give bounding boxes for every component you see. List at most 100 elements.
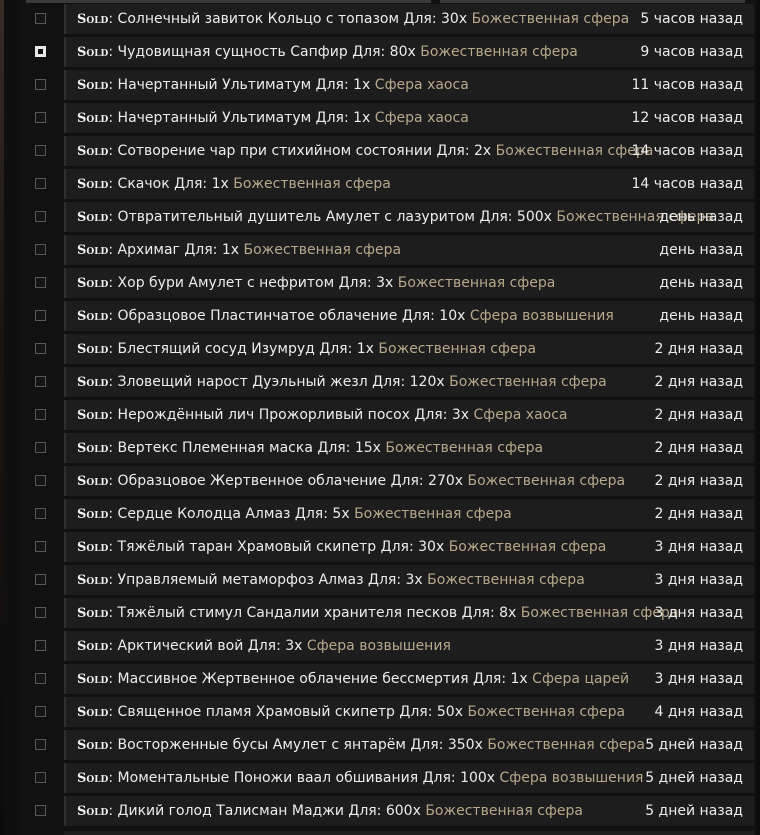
currency-name: Божественная сфера — [243, 242, 402, 258]
row-checkbox[interactable] — [35, 541, 46, 552]
row-checkbox[interactable] — [35, 13, 46, 24]
sale-entry[interactable]: Sold: Зловещий нарост Дуэльный жезл Для:… — [64, 367, 754, 397]
sold-label: Sold — [77, 144, 109, 159]
item-name: Скачок — [117, 176, 170, 192]
sale-entry[interactable]: Sold: Моментальные Поножи ваал обшивания… — [64, 763, 754, 793]
row-checkbox[interactable] — [35, 442, 46, 453]
price-quantity: 2x — [474, 143, 492, 159]
item-name: Блестящий сосуд Изумруд — [117, 341, 315, 357]
price-quantity: 30x — [418, 539, 445, 555]
list-item: Sold: Солнечный завиток Кольцо с топазом… — [22, 3, 756, 36]
sale-entry[interactable]: Sold: Образцовое Пластинчатое облачение … — [64, 301, 754, 331]
for-label: Для: — [414, 407, 448, 423]
row-checkbox[interactable] — [35, 310, 46, 321]
row-checkbox[interactable] — [35, 640, 46, 651]
sale-entry[interactable]: Sold: Хор бури Амулет с нефритом Для: 3x… — [64, 268, 754, 298]
row-checkbox[interactable] — [35, 244, 46, 255]
row-checkbox[interactable] — [35, 772, 46, 783]
for-label: Для: — [315, 110, 349, 126]
sale-time: 2 дня назад — [654, 407, 744, 423]
row-checkbox[interactable] — [35, 508, 46, 519]
sale-entry[interactable]: Sold: Нерождённый лич Прожорливый посох … — [64, 400, 754, 430]
sold-label: Sold — [77, 45, 109, 60]
sold-separator: : — [108, 11, 114, 27]
sale-entry[interactable]: Sold: Архимаг Для: 1x Божественная сфера… — [64, 235, 754, 265]
row-checkbox[interactable] — [35, 79, 46, 90]
sale-entry[interactable]: Sold: Восторженные бусы Амулет с янтарём… — [64, 730, 754, 760]
sold-label: Sold — [77, 771, 109, 786]
for-label: Для: — [479, 209, 513, 225]
sale-entry[interactable]: Sold: Сердце Колодца Алмаз Для: 5x Божес… — [64, 499, 754, 529]
for-label: Для: — [368, 572, 402, 588]
sale-time: 9 часов назад — [640, 44, 743, 60]
price-quantity: 15x — [354, 440, 381, 456]
item-name: Солнечный завиток Кольцо с топазом — [117, 11, 400, 27]
currency-name: Божественная сфера — [448, 539, 607, 555]
price-quantity: 3x — [405, 572, 423, 588]
row-checkbox[interactable] — [35, 376, 46, 387]
sale-entry[interactable]: Sold: Арктический вой Для: 3x Сфера возв… — [64, 631, 754, 661]
for-label: Для: — [352, 44, 386, 60]
row-checkbox[interactable] — [35, 211, 46, 222]
sale-entry[interactable]: Sold: Образцовое Жертвенное облачение Дл… — [64, 466, 754, 496]
sale-entry[interactable]: Sold: Отвратительный душитель Амулет с л… — [64, 202, 754, 232]
row-checkbox[interactable] — [35, 409, 46, 420]
row-checkbox[interactable] — [35, 574, 46, 585]
row-checkbox[interactable] — [35, 475, 46, 486]
sold-label: Sold — [77, 705, 109, 720]
sale-entry[interactable]: Sold: Чудовищная сущность Сапфир Для: 80… — [64, 37, 754, 67]
for-label: Для: — [401, 308, 435, 324]
currency-name: Божественная сфера — [467, 473, 626, 489]
row-checkbox[interactable] — [35, 673, 46, 684]
list-item: Sold: Массивное Жертвенное облачение бес… — [22, 663, 756, 696]
sale-entry[interactable]: Sold: Тяжёлый таран Храмовый скипетр Для… — [64, 532, 754, 562]
sale-time: день назад — [659, 242, 743, 258]
sale-entry[interactable]: Sold: Начертанный Ультиматум Для: 1x Сфе… — [64, 103, 754, 133]
row-checkbox[interactable] — [35, 112, 46, 123]
sale-entry[interactable]: Sold: Массивное Жертвенное облачение бес… — [64, 664, 754, 694]
sale-entry[interactable]: Sold: Священное пламя Храмовый скипетр Д… — [64, 697, 754, 727]
sale-description: Sold: Дикий голод Талисман Маджи Для: 60… — [77, 803, 583, 819]
row-checkbox[interactable] — [35, 343, 46, 354]
row-checkbox[interactable] — [35, 805, 46, 816]
list-item: Sold: Зловещий нарост Дуэльный жезл Для:… — [22, 366, 756, 399]
sale-entry[interactable]: Sold: Блестящий сосуд Изумруд Для: 1x Бо… — [64, 334, 754, 364]
for-label: Для: — [319, 341, 353, 357]
list-item: Sold: Образцовое Пластинчатое облачение … — [22, 300, 756, 333]
sale-description: Sold: Нерождённый лич Прожорливый посох … — [77, 407, 568, 423]
sale-entry[interactable]: Sold: Вертекс Племенная маска Для: 15x Б… — [64, 433, 754, 463]
sold-separator: : — [108, 539, 114, 555]
row-checkbox[interactable] — [35, 145, 46, 156]
sale-description: Sold: Блестящий сосуд Изумруд Для: 1x Бо… — [77, 341, 536, 357]
sale-entry[interactable]: Sold: Управляемый метаморфоз Алмаз Для: … — [64, 565, 754, 595]
sale-entry[interactable]: Sold: Солнечный завиток Кольцо с топазом… — [64, 4, 754, 34]
row-checkbox[interactable] — [35, 178, 46, 189]
sold-label: Sold — [77, 12, 109, 27]
sale-description: Sold: Отвратительный душитель Амулет с л… — [77, 209, 714, 225]
price-quantity: 8x — [499, 605, 517, 621]
item-name: Чудовищная сущность Сапфир — [117, 44, 348, 60]
sold-label: Sold — [77, 573, 109, 588]
price-quantity: 1x — [510, 671, 528, 687]
sale-entry[interactable]: Sold: Начертанный Ультиматум Для: 1x Сфе… — [64, 70, 754, 100]
sale-description: Sold: Восторженные бусы Амулет с янтарём… — [77, 737, 645, 753]
sale-entry[interactable]: Sold: Дикий голод Талисман Маджи Для: 60… — [64, 796, 754, 826]
sale-entry[interactable]: Sold: Скачок Для: 1x Божественная сфера 1… — [64, 169, 754, 199]
sale-entry[interactable]: Sold: Сотворение чар при стихийном состо… — [64, 136, 754, 166]
sale-time: день назад — [659, 209, 743, 225]
sale-entry[interactable]: Sold: Тяжёлый стимул Сандалии хранителя … — [64, 598, 754, 628]
sale-description: Sold: Начертанный Ультиматум Для: 1x Сфе… — [77, 77, 469, 93]
price-quantity: 350x — [447, 737, 483, 753]
sold-separator: : — [108, 275, 114, 291]
sale-time: 5 дней назад — [645, 737, 743, 753]
item-name: Начертанный Ультиматум — [117, 110, 312, 126]
row-checkbox[interactable] — [35, 46, 46, 57]
row-checkbox[interactable] — [35, 739, 46, 750]
row-checkbox[interactable] — [35, 607, 46, 618]
item-name: Тяжёлый стимул Сандалии хранителя песков — [117, 605, 458, 621]
sale-time: 3 дня назад — [654, 671, 744, 687]
for-label: Для: — [473, 671, 507, 687]
row-checkbox[interactable] — [35, 277, 46, 288]
sold-separator: : — [108, 110, 114, 126]
row-checkbox[interactable] — [35, 706, 46, 717]
